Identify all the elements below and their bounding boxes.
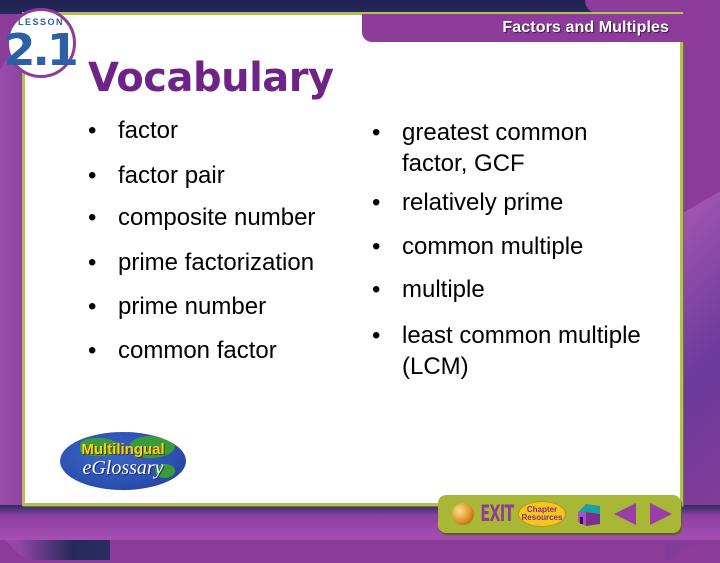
exit-icon: EXIT [480,501,514,527]
vocab-item: least common multiple (LCM) [372,320,702,382]
vocab-item: composite number [88,204,358,232]
lesson-badge: LESSON 2.1 [3,8,79,78]
vocab-item: prime factorization [88,249,358,277]
chapter-resources-icon: Chapter Resources [518,501,566,527]
vocabulary-list-left: factor factor pair composite number prim… [88,117,358,365]
vocab-item: common factor [88,337,358,365]
vocab-item: greatest common factor, GCF [372,117,642,179]
vocab-item: factor [88,117,358,145]
glossary-label-line1: Multilingual [81,441,165,458]
previous-button[interactable] [610,499,640,529]
exit-button[interactable]: EXIT [480,499,514,529]
previous-arrow-icon [614,503,636,525]
vocab-item: factor pair [88,162,358,190]
navigation-toolbar: EXIT Chapter Resources [438,495,681,533]
chapter-title: Factors and Multiples [502,19,669,36]
web-globe-icon [452,503,474,525]
home-button[interactable] [572,499,604,529]
chapter-resources-button[interactable]: Chapter Resources [518,499,566,529]
vocab-item: prime number [88,293,358,321]
page-title: Vocabulary [88,55,334,101]
chapter-resources-line2: Resources [521,513,563,522]
home-icon [578,504,600,526]
vocab-item: common multiple [372,233,692,261]
vocab-item: multiple [372,276,692,304]
glossary-label-line2: eGlossary [82,457,164,479]
web-link-button[interactable] [450,499,476,529]
lesson-number: 2.1 [3,25,79,76]
vocab-item: relatively prime [372,189,692,217]
next-button[interactable] [646,499,676,529]
next-arrow-icon [650,503,672,525]
header-bar: Factors and Multiples [362,14,695,42]
multilingual-eglossary-button[interactable]: Multilingual eGlossary [60,432,186,490]
vocabulary-list-right: greatest common factor, GCF relatively p… [372,117,692,382]
